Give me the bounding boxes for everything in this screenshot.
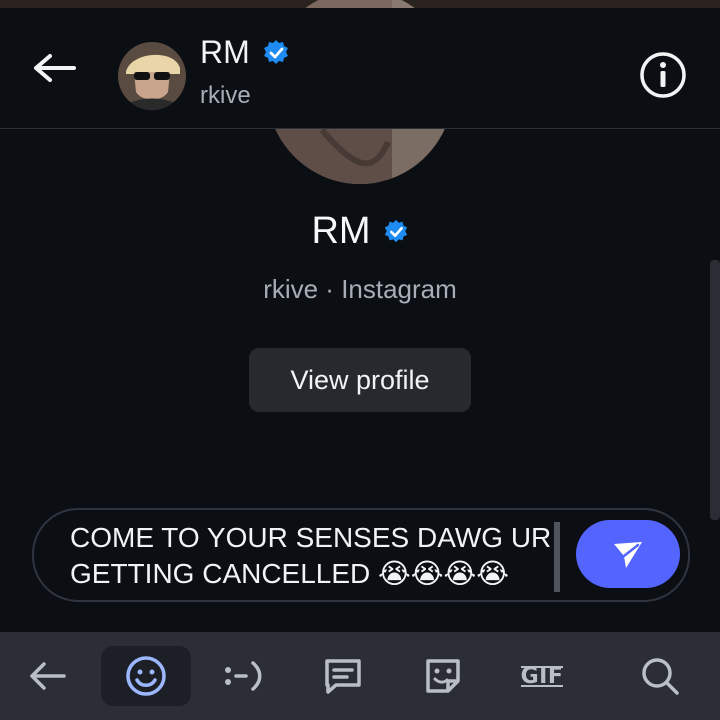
message-icon (325, 659, 361, 694)
emoticon-tab[interactable] (198, 646, 288, 706)
keyboard-toolbar: GIF (0, 632, 720, 720)
chat-header: RM rkive (0, 8, 720, 129)
sticker-tab[interactable] (398, 646, 488, 706)
send-button[interactable] (576, 520, 680, 588)
arrow-left-icon (34, 54, 76, 82)
verified-badge-icon (384, 219, 407, 242)
send-icon (614, 542, 642, 568)
search-icon (642, 658, 679, 695)
sticker-icon (426, 659, 460, 693)
gif-tab[interactable]: GIF (497, 646, 587, 706)
message-composer[interactable]: COME TO YOUR SENSES DAWG UR GETTING CANC… (32, 508, 690, 602)
emoji-icon (126, 656, 166, 696)
chat-title: RM (200, 34, 250, 70)
info-button[interactable] (638, 50, 688, 100)
verified-badge-icon (263, 39, 288, 64)
emoticon-icon (225, 661, 262, 691)
info-icon (640, 52, 686, 98)
message-input[interactable]: COME TO YOUR SENSES DAWG UR GETTING CANC… (70, 520, 560, 592)
keyboard-back-button[interactable] (2, 646, 92, 706)
scrollbar[interactable] (710, 260, 720, 520)
gif-icon: GIF (520, 663, 564, 689)
message-tab[interactable] (298, 646, 388, 706)
keyboard-search-button[interactable] (615, 646, 705, 706)
emoji-tab[interactable] (101, 646, 191, 706)
avatar[interactable] (118, 42, 186, 110)
text-cursor (554, 522, 560, 592)
view-profile-button[interactable]: View profile (249, 348, 471, 412)
profile-subtitle: rkive · Instagram (263, 274, 457, 304)
profile-name: RM (311, 210, 371, 252)
back-button[interactable] (28, 48, 84, 88)
chat-handle: rkive (200, 82, 251, 109)
back-icon (30, 662, 66, 690)
